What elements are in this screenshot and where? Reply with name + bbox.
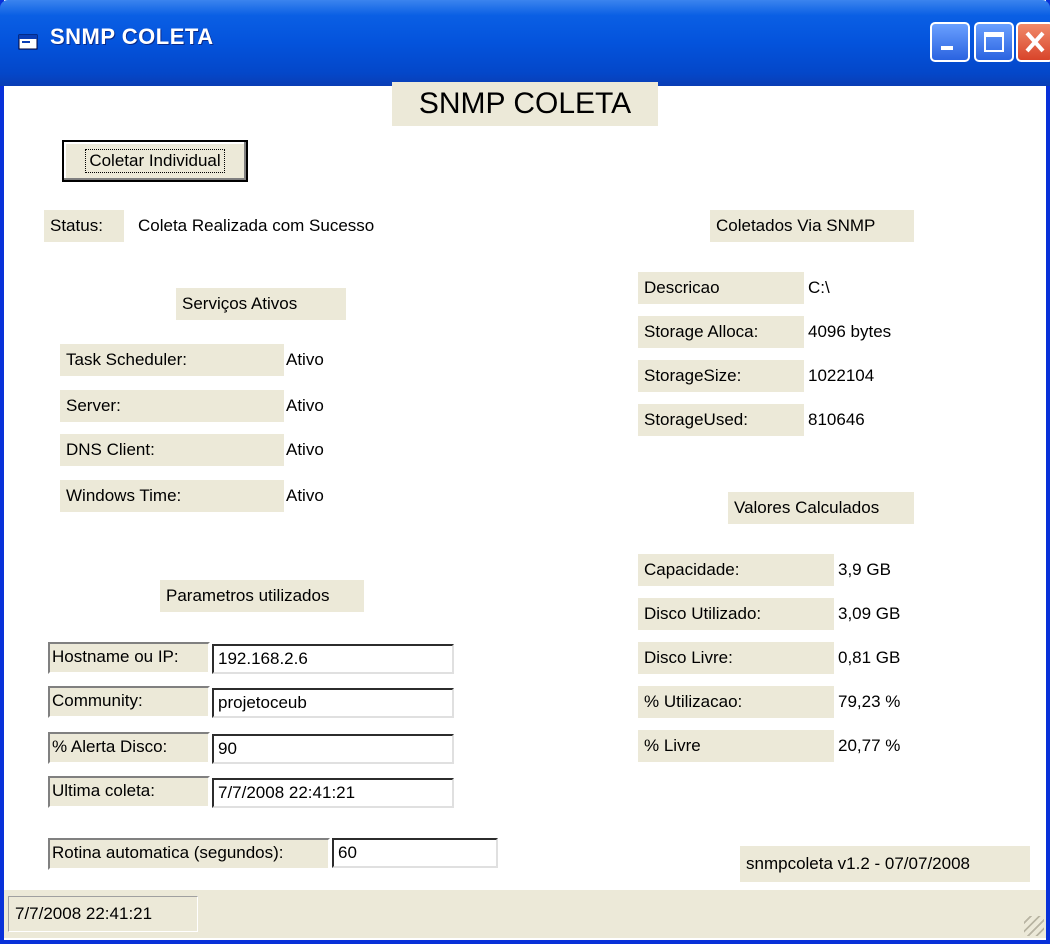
hostname-label: Hostname ou IP: <box>48 642 210 674</box>
service-name: Server: <box>60 390 284 422</box>
snmp-item-value: C:\ <box>808 278 830 297</box>
status-value: Coleta Realizada com Sucesso <box>138 216 375 235</box>
calc-item-label: Disco Livre: <box>638 642 834 674</box>
service-name: Windows Time: <box>60 480 284 512</box>
service-state: Ativo <box>286 440 324 459</box>
calc-item-value: 79,23 % <box>838 692 901 711</box>
service-state: Ativo <box>286 486 324 505</box>
status-bar: 7/7/2008 22:41:21 <box>4 890 1046 938</box>
servicos-title: Serviços Ativos <box>176 288 346 320</box>
app-window: SNMP COLETA SNMP COLETA Coletar Individu… <box>0 0 1050 944</box>
resize-grip-icon[interactable] <box>1024 916 1044 936</box>
maximize-button[interactable] <box>974 22 1014 62</box>
community-field[interactable]: projetoceub <box>212 688 454 718</box>
calc-item-label: Capacidade: <box>638 554 834 586</box>
close-icon <box>1025 31 1045 53</box>
rotina-field[interactable]: 60 <box>332 838 498 868</box>
coletar-individual-label: Coletar Individual <box>85 149 225 173</box>
client-area: SNMP COLETA Coletar Individual Status: C… <box>4 82 1046 940</box>
snmp-item-value: 4096 bytes <box>808 322 892 341</box>
calc-item-value: 0,81 GB <box>838 648 901 667</box>
snmp-item-label: Storage Alloca: <box>638 316 804 348</box>
calc-item-label: Disco Utilizado: <box>638 598 834 630</box>
rotina-label: Rotina automatica (segundos): <box>48 838 330 870</box>
minimize-button[interactable] <box>930 22 970 62</box>
hostname-field[interactable]: 192.168.2.6 <box>212 644 454 674</box>
status-bar-text: 7/7/2008 22:41:21 <box>8 896 198 932</box>
calculados-title: Valores Calculados <box>728 492 914 524</box>
community-label: Community: <box>48 686 210 718</box>
service-state: Ativo <box>286 350 324 369</box>
calc-item-value: 3,09 GB <box>838 604 901 623</box>
service-name: DNS Client: <box>60 434 284 466</box>
version-label: snmpcoleta v1.2 - 07/07/2008 <box>740 846 1030 882</box>
coletar-individual-button[interactable]: Coletar Individual <box>62 140 248 182</box>
service-state: Ativo <box>286 396 324 415</box>
parametros-title: Parametros utilizados <box>160 580 364 612</box>
ultima-coleta-label: Ultima coleta: <box>48 776 210 808</box>
service-name: Task Scheduler: <box>60 344 284 376</box>
title-bar[interactable]: SNMP COLETA <box>0 0 1050 86</box>
alerta-disco-label: % Alerta Disco: <box>48 732 210 764</box>
calc-item-value: 3,9 GB <box>838 560 891 579</box>
app-icon <box>18 34 38 50</box>
calc-item-label: % Utilizacao: <box>638 686 834 718</box>
close-button[interactable] <box>1016 22 1050 62</box>
calc-item-label: % Livre <box>638 730 834 762</box>
ultima-coleta-field[interactable]: 7/7/2008 22:41:21 <box>212 778 454 808</box>
window-title: SNMP COLETA <box>50 24 214 49</box>
minimize-icon <box>941 46 953 50</box>
status-label: Status: <box>44 210 124 242</box>
page-title: SNMP COLETA <box>392 82 658 126</box>
snmp-item-label: StorageUsed: <box>638 404 804 436</box>
calc-item-value: 20,77 % <box>838 736 901 755</box>
snmp-title: Coletados Via SNMP <box>710 210 914 242</box>
snmp-item-value: 810646 <box>808 410 865 429</box>
alerta-disco-field[interactable]: 90 <box>212 734 454 764</box>
snmp-item-label: Descricao <box>638 272 804 304</box>
maximize-icon <box>984 32 1004 52</box>
snmp-item-value: 1022104 <box>808 366 875 385</box>
snmp-item-label: StorageSize: <box>638 360 804 392</box>
